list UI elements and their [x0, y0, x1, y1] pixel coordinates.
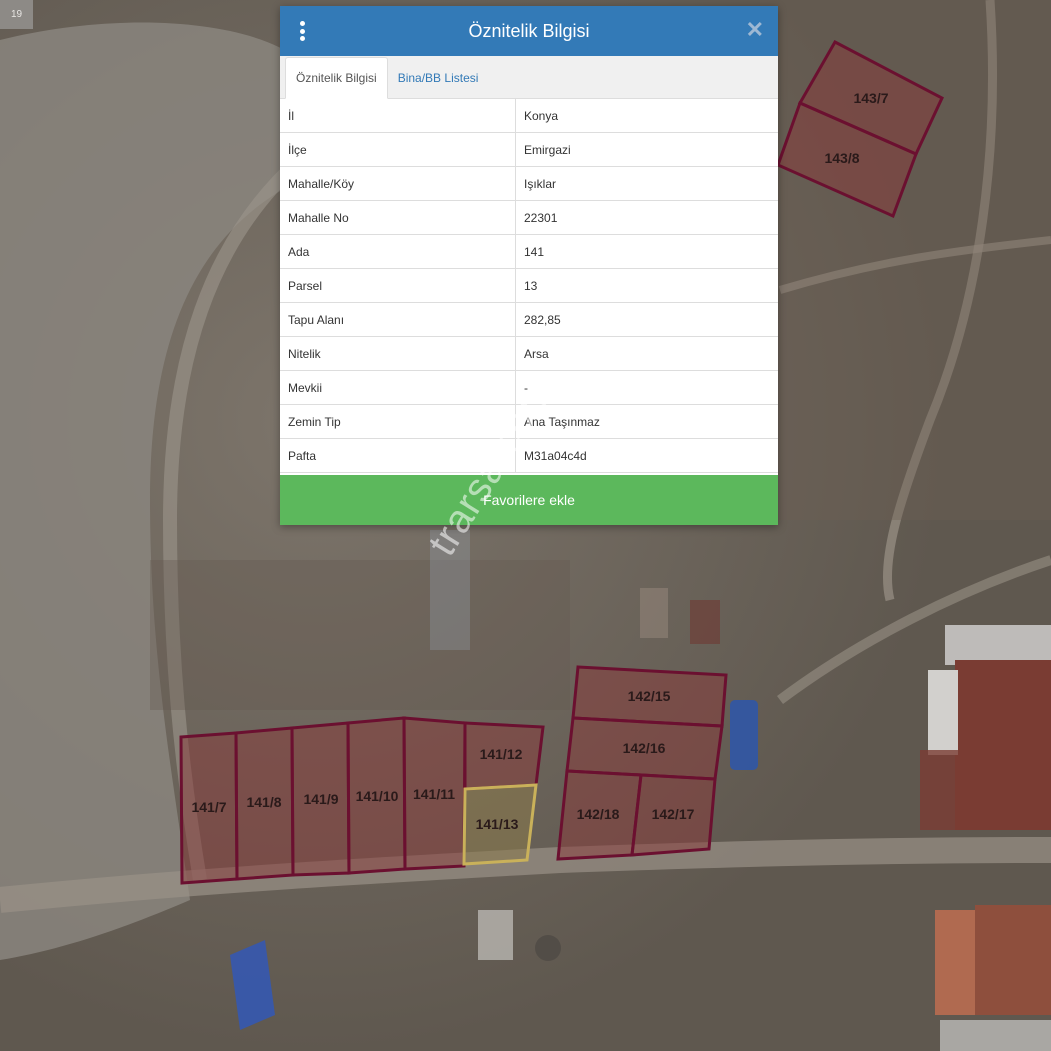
attribute-key: İlçe	[280, 132, 516, 167]
attribute-panel: Öznitelik Bilgisi ✕ Öznitelik Bilgisi Bi…	[280, 6, 778, 525]
parcel-141-7[interactable]: 141/7	[179, 731, 239, 885]
table-row: Pafta M31a04c4d	[280, 438, 778, 473]
attribute-key: Ada	[280, 234, 516, 269]
parcel-label: 142/18	[577, 806, 620, 822]
table-row: Mevkii -	[280, 370, 778, 405]
parcel-label: 143/8	[824, 150, 859, 166]
parcel-label: 141/13	[476, 816, 519, 832]
attribute-key: Tapu Alanı	[280, 302, 516, 337]
zoom-level-badge: 19	[0, 0, 33, 29]
parcel-142-16[interactable]: 142/16	[565, 716, 724, 781]
attribute-key: Parsel	[280, 268, 516, 303]
attribute-key: Mahalle/Köy	[280, 166, 516, 201]
parcel-142-18[interactable]: 142/18	[556, 769, 643, 861]
attribute-key: Mevkii	[280, 370, 516, 405]
parcel-141-10[interactable]: 141/10	[346, 716, 407, 875]
attribute-value: Ana Taşınmaz	[515, 404, 778, 439]
panel-header: Öznitelik Bilgisi ✕	[280, 6, 778, 56]
attribute-value: Emirgazi	[515, 132, 778, 167]
table-row: Mahalle No 22301	[280, 200, 778, 235]
parcel-141-8[interactable]: 141/8	[234, 726, 295, 881]
parcel-label: 141/7	[191, 799, 226, 815]
parcel-label: 142/15	[628, 688, 671, 704]
parcel-label: 141/10	[356, 788, 399, 804]
panel-title: Öznitelik Bilgisi	[468, 20, 590, 41]
parcel-label: 141/8	[246, 794, 281, 810]
tab-building-list[interactable]: Bina/BB Listesi	[388, 58, 489, 98]
table-row: Nitelik Arsa	[280, 336, 778, 371]
table-row: İlçe Emirgazi	[280, 132, 778, 167]
parcel-141-9[interactable]: 141/9	[290, 721, 351, 877]
table-row: İl Konya	[280, 99, 778, 133]
close-icon[interactable]: ✕	[746, 19, 764, 41]
parcel-141-13[interactable]: 141/13	[462, 783, 538, 866]
attribute-value: Arsa	[515, 336, 778, 371]
table-row: Ada 141	[280, 234, 778, 269]
table-row: Parsel 13	[280, 268, 778, 303]
attribute-value: -	[515, 370, 778, 405]
tab-attribute-info[interactable]: Öznitelik Bilgisi	[285, 57, 388, 99]
table-row: Tapu Alanı 282,85	[280, 302, 778, 337]
more-vertical-icon[interactable]	[298, 21, 306, 41]
attribute-value: 282,85	[515, 302, 778, 337]
parcel-142-17[interactable]: 142/17	[630, 773, 717, 857]
attribute-value: Işıklar	[515, 166, 778, 201]
table-row: Mahalle/Köy Işıklar	[280, 166, 778, 201]
table-row: Zemin Tip Ana Taşınmaz	[280, 404, 778, 439]
attribute-key: Nitelik	[280, 336, 516, 371]
attribute-key: Pafta	[280, 438, 516, 473]
attribute-value: Konya	[515, 99, 778, 133]
panel-tabs: Öznitelik Bilgisi Bina/BB Listesi	[280, 56, 778, 99]
parcel-label: 142/17	[652, 806, 695, 822]
attribute-key: Zemin Tip	[280, 404, 516, 439]
parcel-label: 141/12	[480, 746, 523, 762]
attribute-value: M31a04c4d	[515, 438, 778, 473]
parcel-label: 143/7	[853, 90, 888, 106]
attribute-value: 22301	[515, 200, 778, 235]
attribute-key: İl	[280, 99, 516, 133]
parcel-label: 141/11	[413, 786, 455, 802]
attribute-table: İl Konya İlçe Emirgazi Mahalle/Köy Işıklar Mah…	[280, 99, 778, 473]
parcel-label: 141/9	[303, 791, 338, 807]
parcel-141-11[interactable]: 141/11	[402, 716, 467, 871]
add-favorite-button[interactable]: Favorilere ekle	[280, 475, 778, 525]
attribute-key: Mahalle No	[280, 200, 516, 235]
parcel-142-15[interactable]: 142/15	[571, 665, 728, 728]
attribute-value: 13	[515, 268, 778, 303]
parcel-141-12[interactable]: 141/12	[463, 721, 545, 791]
attribute-value: 141	[515, 234, 778, 269]
parcel-label: 142/16	[623, 740, 666, 756]
